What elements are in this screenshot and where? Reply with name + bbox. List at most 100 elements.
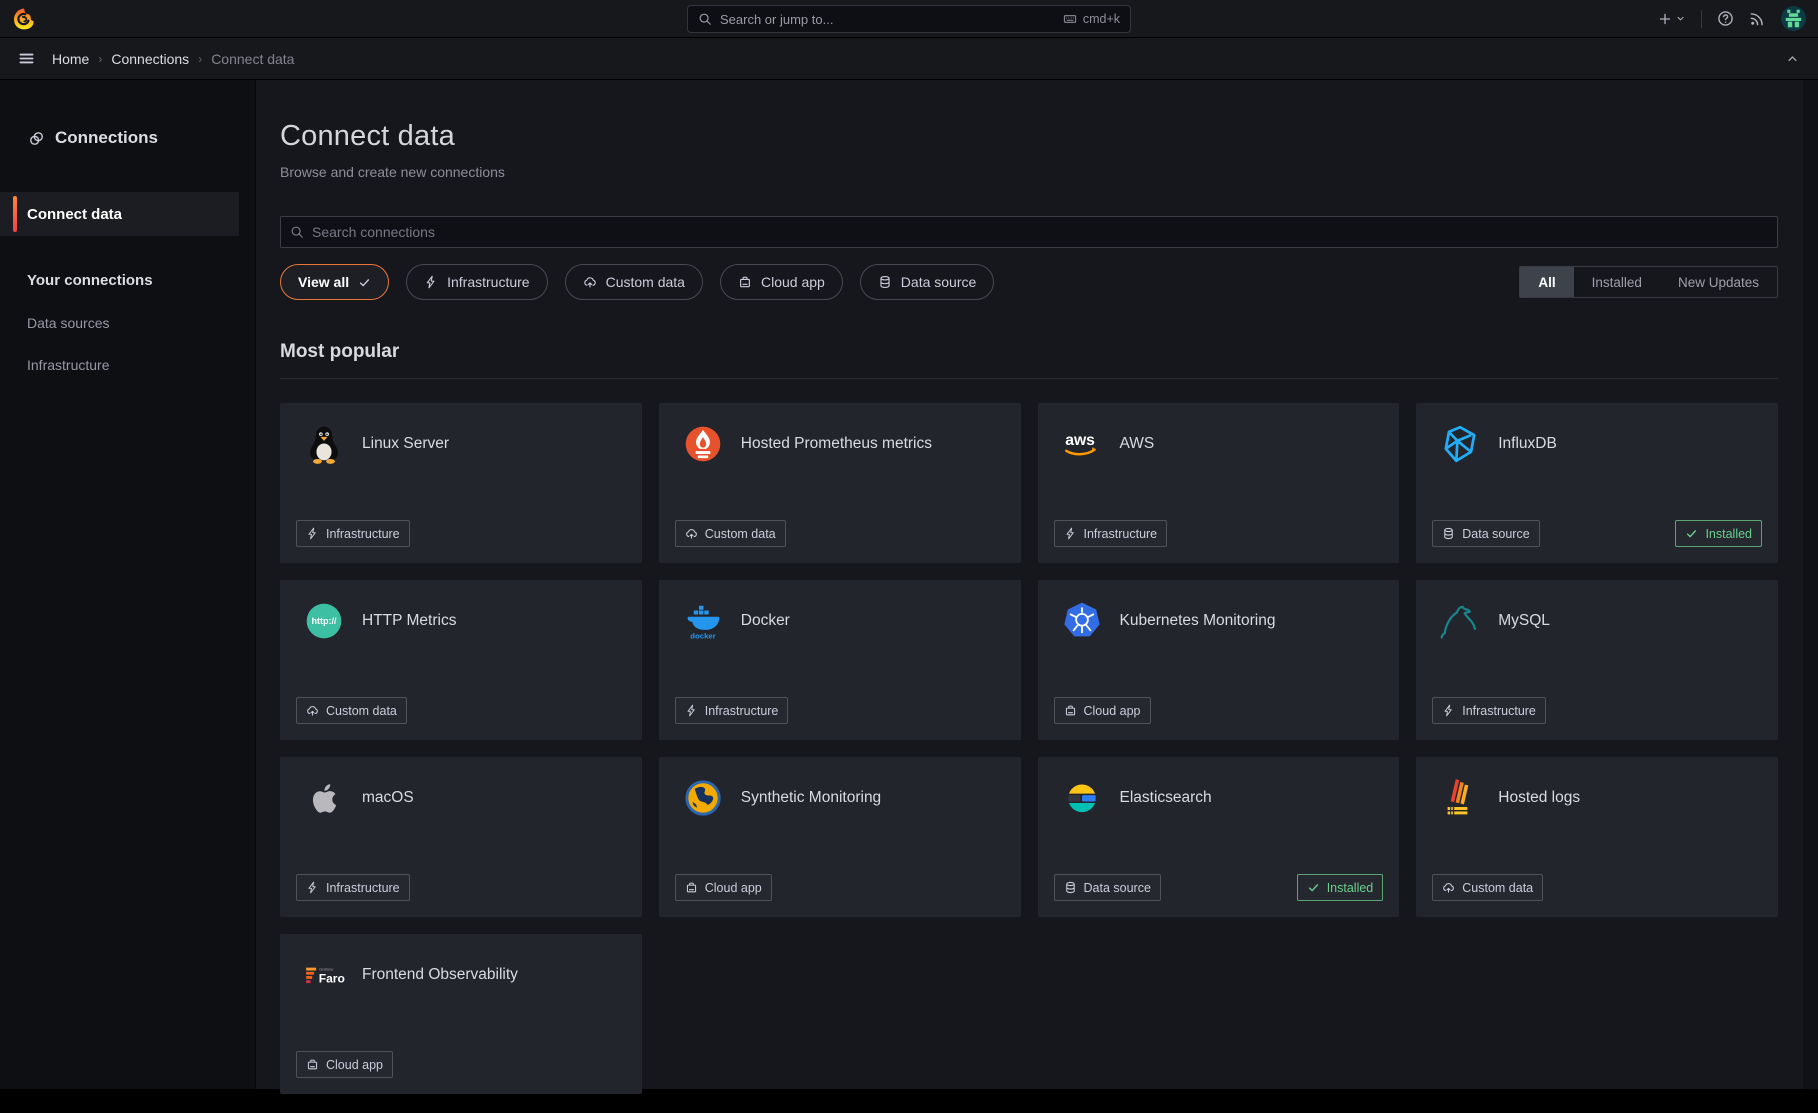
breadcrumb: Home›Connections›Connect data — [52, 51, 294, 67]
connection-card-influxdb[interactable]: InfluxDB Data source Installed — [1416, 403, 1778, 563]
filter-row: View all Infrastructure Custom data Cloud … — [280, 264, 1778, 300]
tab-new-updates[interactable]: New Updates — [1660, 267, 1777, 297]
user-avatar[interactable] — [1781, 6, 1806, 31]
menu-toggle-icon[interactable] — [18, 50, 35, 67]
card-badges: Infrastructure — [296, 520, 626, 547]
synthetic-logo — [682, 777, 724, 819]
filter-chip-cloud-app[interactable]: Cloud app — [720, 264, 843, 300]
breadcrumb-item-connections[interactable]: Connections — [111, 51, 189, 67]
tab-all[interactable]: All — [1520, 267, 1573, 297]
new-button[interactable] — [1658, 12, 1686, 26]
connection-card-mysql[interactable]: MySQL Infrastructure — [1416, 580, 1778, 740]
category-badge: Custom data — [296, 697, 407, 724]
avatar-pixel-art — [1781, 6, 1806, 31]
cloudup-icon — [685, 527, 698, 540]
connection-card-frontend-observability[interactable]: GrafanaFaro Frontend Observability Cloud… — [280, 934, 642, 1094]
connections-icon — [28, 130, 45, 147]
category-badge: Cloud app — [296, 1051, 393, 1078]
cloudup-icon — [306, 704, 319, 717]
card-header: macOS — [280, 757, 642, 819]
connection-card-http-metrics[interactable]: http:// HTTP Metrics Custom data — [280, 580, 642, 740]
category-badge: Custom data — [1432, 874, 1543, 901]
apps-icon — [685, 881, 698, 894]
connections-sidebar: Connections Connect data Your connection… — [0, 80, 256, 1089]
category-label: Infrastructure — [326, 527, 400, 541]
category-label: Infrastructure — [326, 881, 400, 895]
card-header: Linux Server — [280, 403, 642, 465]
sidebar-title: Connections — [55, 128, 158, 148]
card-header: Kubernetes Monitoring — [1038, 580, 1400, 642]
connection-card-hosted-logs[interactable]: Hosted logs Custom data — [1416, 757, 1778, 917]
search-shortcut: cmd+k — [1063, 12, 1120, 26]
scrollbar-gutter[interactable] — [1803, 80, 1818, 1089]
filter-chip-custom-data[interactable]: Custom data — [565, 264, 703, 300]
category-label: Custom data — [1462, 881, 1533, 895]
card-badges: Infrastructure — [1054, 520, 1384, 547]
installed-label: Installed — [1705, 527, 1752, 541]
card-badges: Cloud app — [675, 874, 1005, 901]
category-badge: Infrastructure — [296, 874, 410, 901]
install-state-tabs: AllInstalledNew Updates — [1519, 266, 1778, 298]
search-icon — [290, 225, 304, 239]
sidebar-link-infrastructure[interactable]: Infrastructure — [0, 357, 255, 373]
help-icon[interactable] — [1717, 10, 1734, 27]
search-icon — [698, 12, 712, 26]
macos-logo — [303, 777, 345, 819]
connection-card-hosted-prometheus-metrics[interactable]: Hosted Prometheus metrics Custom data — [659, 403, 1021, 563]
top-navigation-bar: Search or jump to... cmd+k — [0, 0, 1818, 38]
card-title: HTTP Metrics — [362, 612, 456, 630]
installed-badge: Installed — [1297, 874, 1384, 901]
card-title: InfluxDB — [1498, 435, 1557, 453]
app-body: Connections Connect data Your connection… — [0, 80, 1818, 1089]
sidebar-header: Connections — [0, 128, 255, 148]
global-search-input[interactable]: Search or jump to... cmd+k — [687, 5, 1131, 33]
card-header: Hosted logs — [1416, 757, 1778, 819]
check-icon — [1685, 527, 1698, 540]
sidebar-link-data-sources[interactable]: Data sources — [0, 315, 255, 331]
loki-logo — [1439, 777, 1481, 819]
connection-card-linux-server[interactable]: Linux Server Infrastructure — [280, 403, 642, 563]
bolt-icon — [424, 275, 438, 289]
view-all-filter-button[interactable]: View all — [280, 264, 389, 300]
db-icon — [1442, 527, 1455, 540]
bolt-icon — [1442, 704, 1455, 717]
card-header: Elasticsearch — [1038, 757, 1400, 819]
collapse-caret-up-icon[interactable] — [1785, 51, 1800, 66]
db-icon — [1064, 881, 1077, 894]
installed-label: Installed — [1327, 881, 1374, 895]
breadcrumb-separator: › — [98, 52, 102, 66]
breadcrumb-item-home[interactable]: Home — [52, 51, 89, 67]
news-rss-icon[interactable] — [1749, 10, 1766, 27]
section-title: Most popular — [280, 341, 1778, 363]
card-header: http:// HTTP Metrics — [280, 580, 642, 642]
connections-search — [280, 216, 1778, 248]
breadcrumb-bar: Home›Connections›Connect data — [0, 38, 1818, 80]
plus-icon — [1658, 12, 1672, 26]
connection-card-docker[interactable]: docker Docker Infrastructure — [659, 580, 1021, 740]
card-title: Linux Server — [362, 435, 449, 453]
page-title: Connect data — [280, 120, 1778, 153]
connection-card-elasticsearch[interactable]: Elasticsearch Data source Installed — [1038, 757, 1400, 917]
card-header: Synthetic Monitoring — [659, 757, 1021, 819]
connection-card-aws[interactable]: aws AWS Infrastructure — [1038, 403, 1400, 563]
keyboard-icon — [1063, 12, 1077, 26]
sidebar-item-connect-data[interactable]: Connect data — [0, 192, 239, 236]
svg-text:Faro: Faro — [319, 971, 345, 985]
filter-chip-infrastructure[interactable]: Infrastructure — [406, 264, 547, 300]
category-label: Cloud app — [1084, 704, 1141, 718]
connection-card-synthetic-monitoring[interactable]: Synthetic Monitoring Cloud app — [659, 757, 1021, 917]
linux-logo — [303, 423, 345, 465]
kubernetes-logo — [1061, 600, 1103, 642]
card-header: aws AWS — [1038, 403, 1400, 465]
card-header: InfluxDB — [1416, 403, 1778, 465]
card-header: GrafanaFaro Frontend Observability — [280, 934, 642, 996]
card-title: Docker — [741, 612, 790, 630]
filter-chip-data-source[interactable]: Data source — [860, 264, 994, 300]
grafana-logo[interactable] — [12, 7, 36, 31]
connections-search-input[interactable] — [312, 224, 1768, 240]
card-badges: Data source Installed — [1054, 874, 1384, 901]
topbar-actions — [1658, 6, 1806, 31]
connection-card-macos[interactable]: macOS Infrastructure — [280, 757, 642, 917]
tab-installed[interactable]: Installed — [1574, 267, 1660, 297]
connection-card-kubernetes-monitoring[interactable]: Kubernetes Monitoring Cloud app — [1038, 580, 1400, 740]
